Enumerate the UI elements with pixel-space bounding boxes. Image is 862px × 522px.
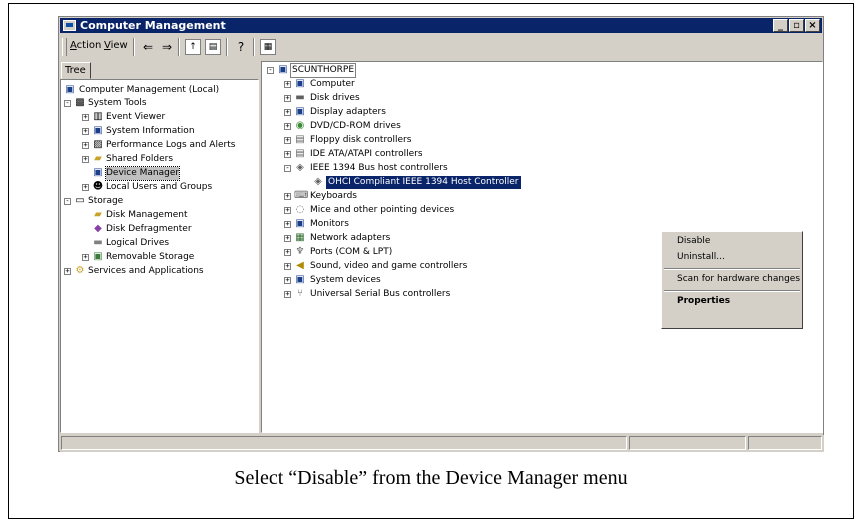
minimize-button[interactable]: _ <box>773 19 788 32</box>
expand-icon[interactable]: + <box>82 156 89 163</box>
scan-hardware-icon[interactable]: ▦ <box>260 39 276 55</box>
expand-icon[interactable]: + <box>284 207 291 214</box>
collapse-icon[interactable]: - <box>64 198 71 205</box>
storage-icon: ▭ <box>75 195 85 206</box>
menu-item-properties[interactable]: Properties <box>677 296 730 306</box>
expand-icon[interactable]: + <box>82 128 89 135</box>
device-manager-icon: ▣ <box>93 167 103 178</box>
system-device-icon: ▣ <box>295 274 305 285</box>
expand-icon[interactable]: + <box>284 151 291 158</box>
back-icon[interactable]: ⇐ <box>140 39 156 55</box>
expand-icon[interactable]: + <box>82 254 89 261</box>
status-bar <box>60 435 824 452</box>
expand-icon[interactable]: + <box>284 277 291 284</box>
console-tree: ▣ Computer Management (Local) - ▩ System To… <box>60 79 259 433</box>
forward-icon[interactable]: ⇒ <box>159 39 175 55</box>
device-tree-pane: - ▣ SCUNTHORPE + ▣ Computer + ▬ Disk drives + ▣… <box>261 61 823 433</box>
computer-management-icon <box>63 20 76 31</box>
toolbar-separator <box>178 38 180 56</box>
computer-icon: ▣ <box>65 84 75 95</box>
expand-icon[interactable]: + <box>82 114 89 121</box>
computer-icon: ▣ <box>278 64 288 75</box>
collapse-icon[interactable]: - <box>64 100 71 107</box>
ide-controller-icon: ▤ <box>295 148 305 159</box>
display-adapter-icon: ▣ <box>295 106 305 117</box>
shared-folder-icon: ▰ <box>94 153 102 164</box>
expand-icon[interactable]: + <box>64 268 71 275</box>
monitor-icon: ▣ <box>295 218 305 229</box>
expand-icon[interactable]: + <box>82 142 89 149</box>
action-menu[interactable]: Action <box>70 40 101 51</box>
event-viewer-icon: ▥ <box>93 111 103 122</box>
collapse-icon[interactable]: - <box>284 165 291 172</box>
menu-separator <box>664 290 800 292</box>
toolbar-separator <box>226 38 228 56</box>
disk-management-icon: ▰ <box>94 209 102 220</box>
up-level-icon[interactable]: ↑ <box>185 39 201 55</box>
ieee1394-controller-icon: ◈ <box>314 176 322 187</box>
expand-icon[interactable]: + <box>284 137 291 144</box>
menu-item-uninstall[interactable]: Uninstall... <box>677 252 725 262</box>
status-cell <box>61 436 627 450</box>
expand-icon[interactable]: + <box>284 123 291 130</box>
expand-icon[interactable]: + <box>284 235 291 242</box>
performance-icon: ▨ <box>93 139 103 150</box>
status-cell <box>748 436 822 450</box>
mouse-icon: ◌ <box>295 204 305 215</box>
help-icon[interactable]: ? <box>233 39 249 55</box>
computer-management-window: Computer Management _ ▫ × Action View ⇐ … <box>58 16 824 452</box>
status-cell <box>629 436 746 450</box>
disk-drive-icon: ▬ <box>295 92 305 103</box>
computer-icon: ▣ <box>295 78 305 89</box>
expand-icon[interactable]: + <box>284 95 291 102</box>
expand-icon[interactable]: + <box>284 249 291 256</box>
toolbox-icon: ▩ <box>75 97 85 108</box>
figure-caption: Select “Disable” from the Device Manager… <box>234 467 628 489</box>
floppy-controller-icon: ▤ <box>295 134 305 145</box>
collapse-icon[interactable]: - <box>267 67 274 74</box>
menu-item-disable[interactable]: Disable <box>677 236 710 246</box>
expand-icon[interactable]: + <box>284 81 291 88</box>
services-icon: ⚙ <box>75 265 85 276</box>
context-menu: Disable Uninstall... Scan for hardware c… <box>661 231 803 329</box>
window-title: Computer Management <box>80 19 226 32</box>
ieee1394-icon: ◈ <box>296 162 304 173</box>
network-adapter-icon: ▦ <box>295 232 305 243</box>
expand-icon[interactable]: + <box>284 221 291 228</box>
usb-icon: ⑂ <box>297 288 303 299</box>
show-hide-tree-icon[interactable]: ▤ <box>205 39 221 55</box>
expand-icon[interactable]: + <box>284 193 291 200</box>
speaker-icon: ◀ <box>296 260 304 271</box>
maximize-button[interactable]: ▫ <box>789 19 804 32</box>
port-icon: ♆ <box>295 246 305 257</box>
toolbar-separator <box>133 38 135 56</box>
tree-pane: Tree ▣ Computer Management (Local) - ▩ Syst… <box>60 61 259 433</box>
dvd-drive-icon: ◉ <box>295 120 305 131</box>
expand-icon[interactable]: + <box>284 291 291 298</box>
menu-toolbar: Action View ⇐ ⇒ ↑ ▤ ? ▦ <box>60 35 822 59</box>
logical-drives-icon: ▬ <box>93 237 103 248</box>
users-icon: ☻ <box>92 181 104 192</box>
defragmenter-icon: ◆ <box>94 223 102 234</box>
keyboard-icon: ⌨ <box>294 190 309 201</box>
expand-icon[interactable]: + <box>82 184 89 191</box>
removable-storage-icon: ▣ <box>93 251 103 262</box>
expand-icon[interactable]: + <box>284 263 291 270</box>
toolbar-grip <box>62 38 67 56</box>
toolbar-separator <box>253 38 255 56</box>
tab-tree[interactable]: Tree <box>61 62 91 79</box>
system-information-icon: ▣ <box>93 125 103 136</box>
view-menu[interactable]: View <box>104 40 128 51</box>
menu-item-scan[interactable]: Scan for hardware changes <box>677 274 800 284</box>
expand-icon[interactable]: + <box>284 109 291 116</box>
close-button[interactable]: × <box>805 19 820 32</box>
title-bar[interactable]: Computer Management _ ▫ × <box>60 18 822 33</box>
menu-separator <box>664 268 800 270</box>
